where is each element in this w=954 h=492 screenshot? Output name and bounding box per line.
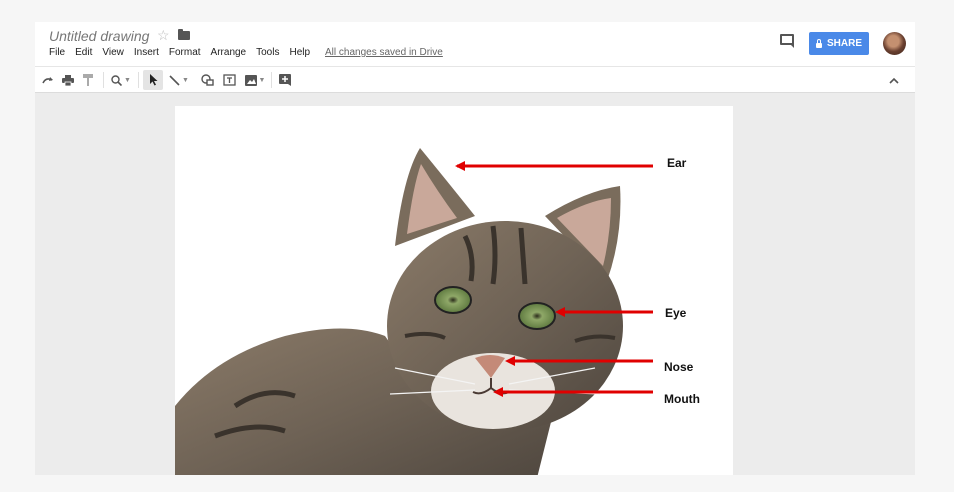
collapse-toolbar-icon[interactable]	[889, 73, 899, 87]
label-ear[interactable]: Ear	[667, 156, 686, 170]
ear-arrowhead	[455, 161, 465, 171]
document-title[interactable]: Untitled drawing	[49, 28, 149, 44]
menu-help[interactable]: Help	[289, 47, 310, 58]
drawing-page[interactable]: Ear Eye Nose Mouth	[175, 106, 733, 475]
header: Untitled drawing ☆ File Edit View Insert…	[35, 22, 915, 66]
line-icon[interactable]: ▼	[167, 73, 191, 87]
menu-format[interactable]: Format	[169, 47, 201, 58]
add-comment-icon[interactable]	[277, 73, 293, 87]
star-icon[interactable]: ☆	[157, 27, 170, 44]
label-mouth[interactable]: Mouth	[664, 392, 700, 406]
save-status-link[interactable]: All changes saved in Drive	[325, 47, 443, 58]
toolbar: ▼ ▼ ▼	[35, 66, 915, 93]
label-nose[interactable]: Nose	[664, 360, 693, 374]
avatar[interactable]	[883, 32, 906, 55]
lock-icon	[815, 38, 822, 48]
print-icon[interactable]	[61, 73, 75, 87]
menu-tools[interactable]: Tools	[256, 47, 279, 58]
text-box-icon[interactable]	[221, 73, 237, 87]
menu-insert[interactable]: Insert	[134, 47, 159, 58]
menu-bar: File Edit View Insert Format Arrange Too…	[49, 47, 320, 58]
select-icon[interactable]	[143, 70, 163, 90]
label-eye[interactable]: Eye	[665, 306, 686, 320]
share-button[interactable]: SHARE	[809, 32, 869, 55]
shape-icon[interactable]	[199, 73, 215, 87]
drawing-canvas[interactable]: Ear Eye Nose Mouth	[35, 93, 915, 475]
redo-icon[interactable]	[41, 73, 55, 87]
menu-view[interactable]: View	[102, 47, 124, 58]
share-label: SHARE	[826, 38, 862, 49]
menu-arrange[interactable]: Arrange	[211, 47, 247, 58]
menu-file[interactable]: File	[49, 47, 65, 58]
folder-icon[interactable]	[178, 29, 190, 40]
cat-photo[interactable]	[175, 106, 733, 475]
app-window: Untitled drawing ☆ File Edit View Insert…	[35, 22, 915, 475]
comments-icon[interactable]	[780, 34, 794, 48]
image-icon[interactable]: ▼	[243, 73, 267, 87]
menu-edit[interactable]: Edit	[75, 47, 92, 58]
zoom-icon[interactable]: ▼	[109, 73, 133, 87]
paint-format-icon[interactable]	[81, 73, 95, 87]
